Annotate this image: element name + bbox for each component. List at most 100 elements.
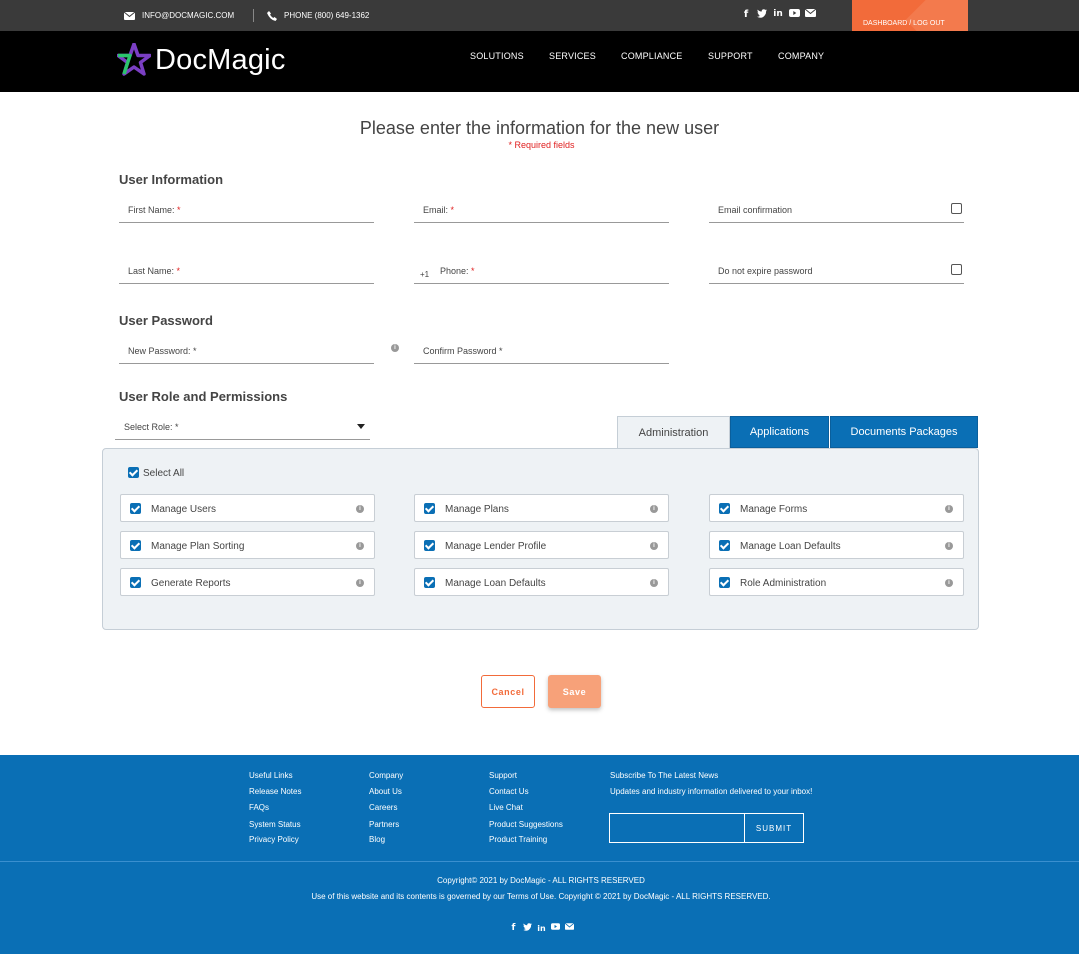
- youtube-icon[interactable]: [789, 9, 800, 20]
- facebook-icon[interactable]: f: [509, 923, 518, 934]
- footer-link-careers[interactable]: Careers: [369, 803, 397, 812]
- perm-manage-loan-defaults[interactable]: Manage Loan Defaults i: [709, 531, 964, 559]
- info-icon[interactable]: i: [945, 542, 953, 550]
- mail-icon[interactable]: [564, 922, 575, 934]
- save-button[interactable]: Save: [548, 675, 601, 708]
- password-info-icon[interactable]: i: [391, 344, 399, 352]
- email-confirmation-toggle[interactable]: Email confirmation: [709, 197, 964, 223]
- perm-generate-reports[interactable]: Generate Reports i: [120, 568, 375, 596]
- contact-email[interactable]: INFO@DOCMAGIC.COM: [124, 0, 234, 31]
- required-mark: *: [176, 266, 181, 276]
- perm-manage-loan-defaults-2[interactable]: Manage Loan Defaults i: [414, 568, 669, 596]
- checkbox[interactable]: [130, 577, 141, 588]
- permissions-panel: Select All Manage Users i Manage Plans i M…: [102, 448, 979, 630]
- tab-administration[interactable]: Administration: [617, 416, 730, 448]
- nav-company[interactable]: COMPANY: [778, 51, 824, 61]
- footer-link-product-training[interactable]: Product Training: [489, 835, 547, 844]
- mail-icon[interactable]: [804, 8, 817, 20]
- perm-manage-plans[interactable]: Manage Plans i: [414, 494, 669, 522]
- checkbox[interactable]: [130, 503, 141, 514]
- social-links-top: f in: [741, 8, 817, 20]
- no-expire-password-checkbox[interactable]: [951, 264, 962, 275]
- caret-down-icon: [357, 424, 365, 429]
- tab-applications[interactable]: Applications: [730, 416, 829, 448]
- info-icon[interactable]: i: [650, 505, 658, 513]
- facebook-icon[interactable]: f: [741, 9, 751, 20]
- checkbox[interactable]: [424, 540, 435, 551]
- checkbox[interactable]: [719, 577, 730, 588]
- user-information-heading: User Information: [119, 172, 224, 187]
- nav-support[interactable]: SUPPORT: [708, 51, 753, 61]
- footer-link-blog[interactable]: Blog: [369, 835, 385, 844]
- required-mark: *: [471, 266, 475, 276]
- info-icon[interactable]: i: [945, 579, 953, 587]
- subscribe-submit-button[interactable]: SUBMIT: [744, 813, 804, 843]
- info-icon[interactable]: i: [356, 579, 364, 587]
- role-permissions-heading: User Role and Permissions: [119, 389, 288, 404]
- email-field[interactable]: Email: *: [414, 197, 669, 223]
- cancel-button[interactable]: Cancel: [481, 675, 535, 708]
- nav-services[interactable]: SERVICES: [549, 51, 596, 61]
- select-role-label: Select Role: *: [124, 422, 179, 432]
- perm-manage-plan-sorting[interactable]: Manage Plan Sorting i: [120, 531, 375, 559]
- no-expire-password-toggle[interactable]: Do not expire password: [709, 258, 964, 284]
- star-logo-icon: [117, 43, 151, 76]
- required-mark: *: [450, 205, 455, 215]
- confirm-password-field[interactable]: Confirm Password *: [414, 338, 669, 364]
- last-name-field[interactable]: Last Name: *: [119, 258, 374, 284]
- info-icon[interactable]: i: [945, 505, 953, 513]
- page-title: Please enter the information for the new…: [359, 118, 720, 138]
- twitter-icon[interactable]: [523, 923, 532, 934]
- contact-email-text: INFO@DOCMAGIC.COM: [142, 11, 235, 20]
- info-icon[interactable]: i: [356, 542, 364, 550]
- perm-label: Generate Reports: [151, 578, 231, 589]
- new-password-field[interactable]: New Password: *: [119, 338, 374, 364]
- perm-label: Manage Forms: [740, 504, 808, 515]
- linkedin-icon[interactable]: in: [773, 9, 783, 20]
- required-fields-note: * Required fields: [508, 140, 575, 150]
- footer-link-partners[interactable]: Partners: [369, 820, 399, 829]
- info-icon[interactable]: i: [650, 542, 658, 550]
- tab-documents-packages[interactable]: Documents Packages: [830, 416, 978, 448]
- subscribe-text: Updates and industry information deliver…: [610, 787, 813, 796]
- checkbox[interactable]: [130, 540, 141, 551]
- perm-role-administration[interactable]: Role Administration i: [709, 568, 964, 596]
- footer-link-contact-us[interactable]: Contact Us: [489, 787, 529, 796]
- contact-phone[interactable]: PHONE (800) 649-1362: [267, 0, 369, 31]
- footer-link-product-suggestions[interactable]: Product Suggestions: [489, 820, 563, 829]
- phone-field[interactable]: +1 Phone: *: [414, 258, 669, 284]
- phone-prefix: +1: [420, 270, 430, 279]
- logo-text: DocMagic: [155, 43, 286, 76]
- perm-manage-forms[interactable]: Manage Forms i: [709, 494, 964, 522]
- checkbox[interactable]: [719, 503, 730, 514]
- info-icon[interactable]: i: [356, 505, 364, 513]
- twitter-icon[interactable]: [757, 9, 767, 20]
- perm-manage-lender-profile[interactable]: Manage Lender Profile i: [414, 531, 669, 559]
- footer-useful-links-heading: Useful Links: [249, 771, 293, 780]
- subscribe-email-input[interactable]: [609, 813, 745, 843]
- footer-link-about-us[interactable]: About Us: [369, 787, 402, 796]
- first-name-field[interactable]: First Name: *: [119, 197, 374, 223]
- email-confirmation-checkbox[interactable]: [951, 203, 962, 214]
- required-mark: *: [177, 205, 181, 215]
- footer-link-release-notes[interactable]: Release Notes: [249, 787, 301, 796]
- footer-link-privacy-policy[interactable]: Privacy Policy: [249, 835, 299, 844]
- checkbox[interactable]: [424, 503, 435, 514]
- info-icon[interactable]: i: [650, 579, 658, 587]
- footer-link-faqs[interactable]: FAQs: [249, 803, 269, 812]
- perm-manage-users[interactable]: Manage Users i: [120, 494, 375, 522]
- nav-solutions[interactable]: SOLUTIONS: [470, 51, 524, 61]
- nav-compliance[interactable]: COMPLIANCE: [621, 51, 683, 61]
- footer-link-system-status[interactable]: System Status: [249, 820, 301, 829]
- perm-label: Manage Lender Profile: [445, 541, 547, 552]
- checkbox[interactable]: [424, 577, 435, 588]
- docmagic-logo[interactable]: DocMagic: [117, 43, 286, 77]
- checkbox[interactable]: [719, 540, 730, 551]
- footer-link-live-chat[interactable]: Live Chat: [489, 803, 523, 812]
- youtube-icon[interactable]: [551, 923, 560, 934]
- select-all-label: Select All: [143, 468, 185, 479]
- new-password-label: New Password: *: [128, 346, 197, 356]
- select-all-checkbox[interactable]: [128, 467, 139, 478]
- linkedin-icon[interactable]: in: [537, 923, 546, 934]
- select-role-dropdown[interactable]: Select Role: *: [115, 414, 370, 440]
